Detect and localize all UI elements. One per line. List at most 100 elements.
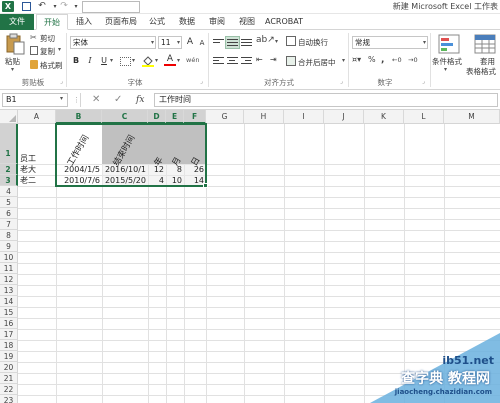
font-launcher-icon[interactable]: ⌟ [200,78,203,85]
font-color-icon[interactable]: A [164,54,176,67]
row-header-9[interactable]: 9 [0,241,18,252]
decrease-indent-icon[interactable]: ⇤ [256,55,263,64]
row-header-12[interactable]: 12 [0,274,18,285]
row-header-13[interactable]: 13 [0,285,18,296]
tab-insert[interactable]: 插入 [70,14,98,30]
row-header-20[interactable]: 20 [0,362,18,373]
column-header-h[interactable]: H [244,110,284,124]
tab-data[interactable]: 数据 [174,14,200,30]
fill-color-dropdown-icon[interactable]: ▾ [155,57,158,64]
underline-dropdown-icon[interactable]: ▾ [110,57,113,64]
align-right-icon[interactable] [240,55,253,66]
grow-font-icon[interactable]: A [184,36,196,48]
comma-icon[interactable]: , [381,55,384,65]
customize-toolbar-icon[interactable]: ▾ [70,1,82,12]
increase-indent-icon[interactable]: ⇥ [270,55,277,64]
tab-view[interactable]: 视图 [234,14,260,30]
row-header-23[interactable]: 23 [0,395,18,403]
name-box[interactable]: B1 [2,93,68,107]
row-header-1[interactable]: 1 [0,124,18,164]
cell-a1[interactable]: 员工 [20,153,36,164]
underline-button[interactable]: U [98,55,110,67]
copy-button[interactable]: 复制 [40,46,55,57]
copy-icon[interactable] [30,46,38,55]
column-header-e[interactable]: E [166,110,184,124]
conditional-format-icon[interactable] [438,34,460,54]
column-header-f[interactable]: F [184,110,206,124]
paste-icon[interactable] [4,33,26,55]
row-header-17[interactable]: 17 [0,329,18,340]
fill-color-icon[interactable] [142,55,154,67]
cut-icon[interactable]: ✂ [30,33,37,42]
format-as-table-icon[interactable] [474,34,496,54]
column-header-k[interactable]: K [364,110,404,124]
fill-handle[interactable] [203,183,208,188]
row-header-2[interactable]: 2 [0,164,18,175]
row-header-16[interactable]: 16 [0,318,18,329]
bold-button[interactable]: B [70,55,82,67]
row-header-11[interactable]: 11 [0,263,18,274]
accounting-icon[interactable]: ¤▾ [352,55,361,64]
row-header-10[interactable]: 10 [0,252,18,263]
row-header-19[interactable]: 19 [0,351,18,362]
conditional-format-dropdown-icon[interactable]: ▾ [444,66,447,73]
alignment-launcher-icon[interactable]: ⌟ [340,78,343,85]
decrease-decimal-icon[interactable]: →0 [408,56,418,64]
borders-dropdown-icon[interactable]: ▾ [132,57,135,64]
quick-access-box[interactable] [82,1,140,13]
number-launcher-icon[interactable]: ⌟ [422,78,425,85]
tab-file[interactable]: 文件 [0,14,34,30]
tab-page-layout[interactable]: 页面布局 [102,14,140,30]
merge-center-icon[interactable] [286,56,296,66]
row-header-5[interactable]: 5 [0,197,18,208]
shrink-font-icon[interactable]: A [196,37,208,49]
insert-function-icon[interactable]: fx [136,93,144,107]
italic-button[interactable]: I [84,55,96,67]
tab-formulas[interactable]: 公式 [144,14,170,30]
select-all-button[interactable] [0,110,18,124]
column-header-l[interactable]: L [404,110,444,124]
redo-icon[interactable]: ↷ [58,1,70,12]
cancel-icon[interactable]: ✕ [92,93,100,107]
tab-home[interactable]: 开始 [36,14,68,30]
percent-icon[interactable]: % [368,55,376,64]
paste-dropdown-icon[interactable]: ▾ [11,66,14,73]
column-header-a[interactable]: A [18,110,56,124]
align-bottom-icon[interactable] [240,37,253,48]
row-header-15[interactable]: 15 [0,307,18,318]
copy-dropdown-icon[interactable]: ▾ [58,46,61,53]
borders-icon[interactable] [120,57,131,66]
format-painter-icon[interactable] [30,60,38,69]
column-header-i[interactable]: I [284,110,324,124]
column-header-m[interactable]: M [444,110,500,124]
formula-input[interactable]: 工作时间 [154,93,498,107]
align-middle-icon[interactable] [225,36,240,49]
tab-acrobat[interactable]: ACROBAT [264,14,304,30]
column-header-g[interactable]: G [206,110,244,124]
cut-button[interactable]: 剪切 [40,33,55,44]
increase-decimal-icon[interactable]: ←0 [392,56,402,64]
row-header-18[interactable]: 18 [0,340,18,351]
number-format-select[interactable]: 常规 ▾ [352,36,428,49]
worksheet-grid[interactable]: A B C D E F G H I J K L M 1 2 3 4 5 6 7 … [0,110,500,403]
clipboard-launcher-icon[interactable]: ⌟ [60,78,63,85]
name-box-dropdown-icon[interactable]: ▾ [60,95,63,102]
orientation-dropdown-icon[interactable]: ▾ [275,38,278,45]
save-icon[interactable] [22,2,31,11]
row-header-14[interactable]: 14 [0,296,18,307]
wrap-text-icon[interactable] [286,36,296,46]
wrap-text-button[interactable]: 自动换行 [298,37,328,48]
orientation-icon[interactable]: ab↗ [256,35,275,45]
column-header-d[interactable]: D [148,110,166,124]
row-header-21[interactable]: 21 [0,373,18,384]
row-header-4[interactable]: 4 [0,186,18,197]
row-header-7[interactable]: 7 [0,219,18,230]
format-painter-button[interactable]: 格式刷 [40,60,63,71]
column-header-b[interactable]: B [56,110,102,124]
font-name-select[interactable]: 宋体 ▾ [70,36,156,49]
row-header-6[interactable]: 6 [0,208,18,219]
cell-a3[interactable]: 老二 [20,175,36,186]
format-as-table-label[interactable]: 表格格式 [466,66,496,77]
row-header-8[interactable]: 8 [0,230,18,241]
merge-dropdown-icon[interactable]: ▾ [342,57,345,64]
